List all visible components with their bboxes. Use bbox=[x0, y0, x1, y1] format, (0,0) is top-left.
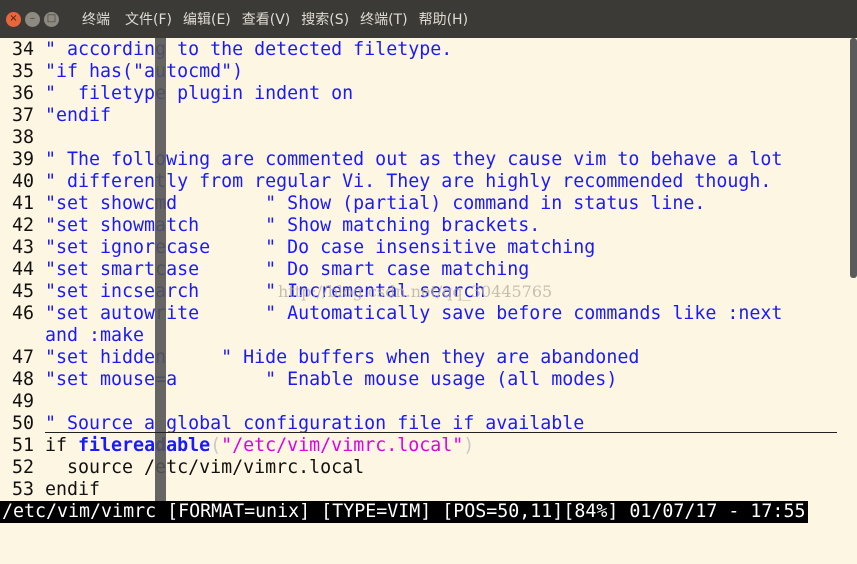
editor-line: and :make bbox=[0, 325, 144, 347]
menu-help[interactable]: 帮助(H) bbox=[414, 9, 474, 29]
line-number: 48 bbox=[12, 369, 35, 390]
line-text: "set smartcase " Do smart case matching bbox=[45, 259, 530, 280]
editor-line: 42 "set showmatch " Show matching bracket… bbox=[0, 215, 540, 237]
open-paren: ( bbox=[210, 435, 222, 456]
line-number: 37 bbox=[12, 105, 35, 126]
editor-line: 51 if filereadable("/etc/vim/vimrc.local"… bbox=[0, 435, 474, 457]
editor-line: 46 "set autowrite " Automatically save be… bbox=[0, 303, 782, 325]
editor-line: 37 "endif bbox=[0, 105, 111, 127]
title-bar: × – □ 终端 文件(F) 编辑(E) 查看(V) 搜索(S) 终端(T) 帮… bbox=[0, 0, 857, 38]
line-number: 36 bbox=[12, 83, 35, 104]
line-text: "set showcmd " Show (partial) command in… bbox=[45, 193, 706, 214]
line-number: 44 bbox=[12, 259, 35, 280]
editor-line: 38 bbox=[0, 127, 45, 149]
line-number: 41 bbox=[12, 193, 35, 214]
line-text: source /etc/vim/vimrc.local bbox=[45, 457, 365, 478]
line-number: 39 bbox=[12, 149, 35, 170]
watermark: http://blog.csdn.net/qq_30445765 bbox=[278, 282, 553, 301]
line-text: "if has("autocmd") bbox=[45, 61, 244, 82]
line-text: " filetype plugin indent on bbox=[45, 83, 354, 104]
status-line: /etc/vim/vimrc [FORMAT=unix] [TYPE=VIM] … bbox=[0, 501, 808, 523]
line-text: "set hidden " Hide buffers when they are… bbox=[45, 347, 640, 368]
line-number: 45 bbox=[12, 281, 35, 302]
editor-line: 52 source /etc/vim/vimrc.local bbox=[0, 457, 364, 479]
editor-line: 35 "if has("autocmd") bbox=[0, 61, 243, 83]
editor-line: 47 "set hidden " Hide buffers when they a… bbox=[0, 347, 639, 369]
line-number: 38 bbox=[12, 127, 35, 148]
line-text: "set mouse=a " Enable mouse usage (all m… bbox=[45, 369, 618, 390]
line-number: 35 bbox=[12, 61, 35, 82]
line-number: 49 bbox=[12, 391, 35, 412]
string-literal: "/etc/vim/vimrc.local" bbox=[221, 435, 464, 456]
line-text: and :make bbox=[45, 325, 145, 346]
line-text: " Source a global configuration file if … bbox=[45, 413, 585, 434]
menu-terminal[interactable]: 终端(T) bbox=[355, 9, 413, 29]
line-number: 42 bbox=[12, 215, 35, 236]
menu-edit[interactable]: 编辑(E) bbox=[178, 9, 237, 29]
line-text: " according to the detected filetype. bbox=[45, 39, 453, 60]
line-number: 46 bbox=[12, 303, 35, 324]
editor-line: 44 "set smartcase " Do smart case matchin… bbox=[0, 259, 529, 281]
editor-line: 43 "set ignorecase " Do case insensitive … bbox=[0, 237, 595, 259]
menu-view[interactable]: 查看(V) bbox=[237, 9, 297, 29]
line-text: "set ignorecase " Do case insensitive ma… bbox=[45, 237, 596, 258]
function-name: filereadable bbox=[78, 435, 211, 456]
scrollbar[interactable] bbox=[850, 38, 857, 278]
line-number: 51 bbox=[12, 435, 35, 456]
line-number: 50 bbox=[12, 413, 35, 434]
close-paren: ) bbox=[463, 435, 475, 456]
minimize-button[interactable]: – bbox=[25, 11, 40, 27]
line-number: 47 bbox=[12, 347, 35, 368]
line-number: 53 bbox=[12, 479, 35, 500]
keyword-if: if bbox=[45, 435, 79, 456]
line-text: " differently from regular Vi. They are … bbox=[45, 171, 772, 192]
line-text: "endif bbox=[45, 105, 112, 126]
editor-line: 49 bbox=[0, 391, 45, 413]
menu-search[interactable]: 搜索(S) bbox=[296, 9, 355, 29]
editor-line: 41 "set showcmd " Show (partial) command … bbox=[0, 193, 705, 215]
menu-bar: 终端 文件(F) 编辑(E) 查看(V) 搜索(S) 终端(T) 帮助(H) bbox=[77, 9, 474, 29]
cursor-line-underline bbox=[45, 432, 837, 433]
window-controls: × – □ bbox=[6, 11, 59, 27]
line-number: 43 bbox=[12, 237, 35, 258]
editor-line: 39 " The following are commented out as t… bbox=[0, 149, 782, 171]
close-button[interactable]: × bbox=[6, 11, 21, 27]
line-number: 40 bbox=[12, 171, 35, 192]
line-number: 52 bbox=[12, 457, 35, 478]
editor-line: 53 endif bbox=[0, 479, 100, 501]
line-number: 34 bbox=[12, 39, 35, 60]
menu-file[interactable]: 文件(F) bbox=[120, 9, 178, 29]
editor-line: 40 " differently from regular Vi. They ar… bbox=[0, 171, 771, 193]
editor-line: 34 " according to the detected filetype. bbox=[0, 39, 452, 61]
app-title: 终端 bbox=[82, 12, 110, 28]
line-text: "set showmatch " Show matching brackets. bbox=[45, 215, 541, 236]
maximize-button[interactable]: □ bbox=[44, 11, 59, 27]
editor-line: 36 " filetype plugin indent on bbox=[0, 83, 353, 105]
line-text: endif bbox=[45, 479, 101, 500]
editor-line: 48 "set mouse=a " Enable mouse usage (all… bbox=[0, 369, 617, 391]
